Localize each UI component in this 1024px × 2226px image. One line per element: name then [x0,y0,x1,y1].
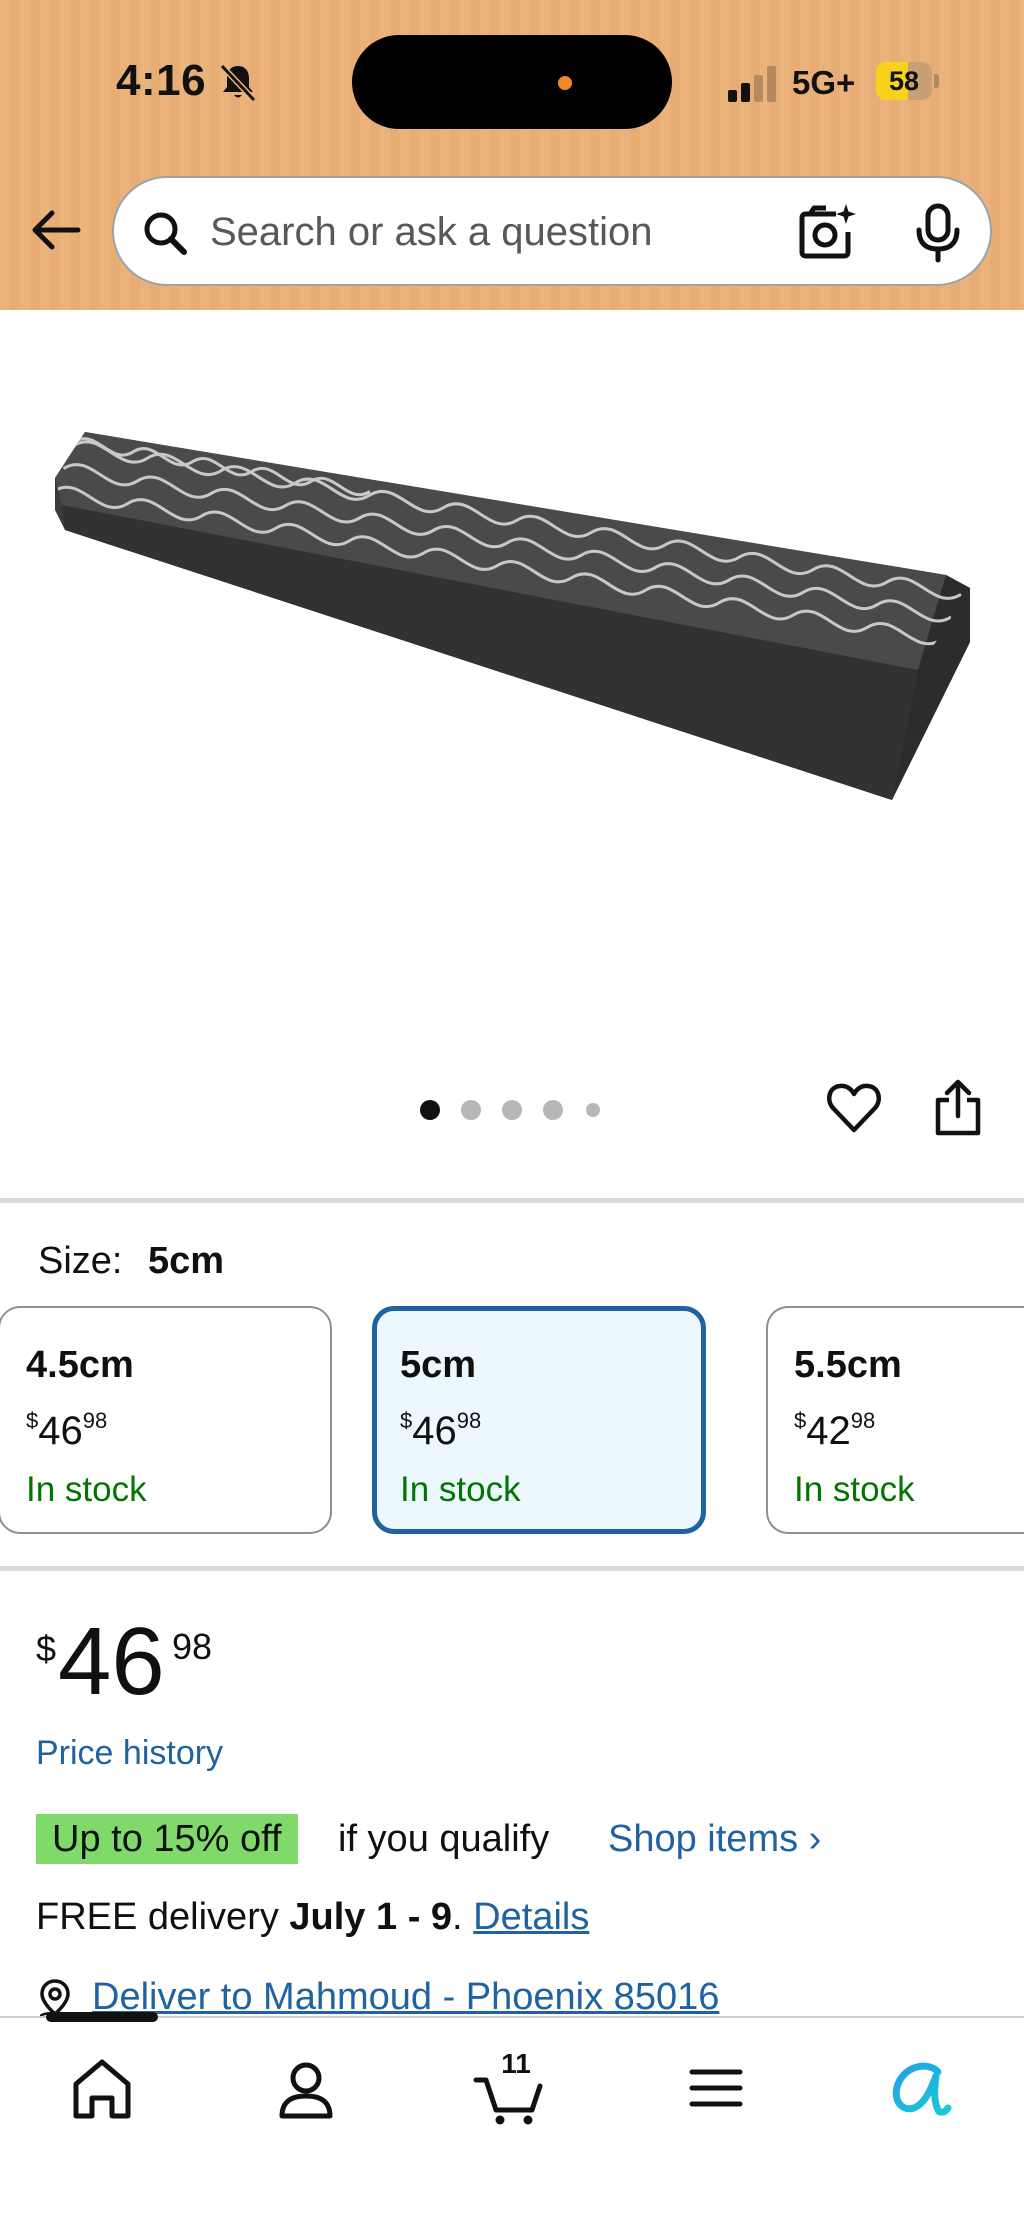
image-pagination-dots[interactable] [420,1100,610,1120]
bell-muted-icon [219,63,257,103]
status-bar: 4:16 5G+ 58 [0,0,1024,160]
delivery-details-link[interactable]: Details [473,1896,589,1938]
search-input[interactable] [210,202,790,262]
account-icon[interactable] [266,2048,346,2128]
cart-icon [473,2077,543,2125]
battery-level: 58 [888,66,920,96]
size-option-5-5cm[interactable]: 5.5cm $4298 In stock [766,1306,1024,1534]
header: 4:16 5G+ 58 [0,0,1024,310]
size-option-price: $4698 [400,1408,482,1453]
search-bar[interactable] [112,176,992,286]
bottom-navigation: 11 [0,2012,1024,2226]
size-option-stock: In stock [26,1470,147,1509]
size-option-stock: In stock [794,1470,915,1509]
back-arrow-icon[interactable] [26,200,86,260]
promo-text: if you qualify [338,1818,550,1860]
size-option-4-5cm[interactable]: 4.5cm $4698 In stock [0,1306,332,1534]
delivery-dates: July 1 - 9 [289,1896,453,1938]
pagination-dot[interactable] [543,1100,563,1120]
home-icon[interactable] [62,2048,142,2128]
camera-indicator-dot [558,76,572,90]
discount-badge: Up to 15% off [36,1814,298,1864]
battery-icon: 58 [876,62,939,100]
status-time: 4:16 [116,56,207,105]
delivery-separator: . [452,1896,474,1938]
dynamic-island [352,35,672,129]
size-option-stock: In stock [400,1470,521,1509]
network-type: 5G+ [792,64,856,101]
size-option-name: 5cm [400,1344,477,1386]
price-whole: 46 [58,1608,165,1715]
share-icon[interactable] [932,1078,984,1138]
active-tab-indicator [46,2012,158,2022]
pagination-dot[interactable] [461,1100,481,1120]
pagination-dot[interactable] [420,1100,440,1120]
size-option-5cm[interactable]: 5cm $4698 In stock [372,1306,706,1534]
size-label: Size: [38,1240,123,1282]
size-selected-value: 5cm [148,1240,225,1282]
price-fraction: 98 [172,1626,213,1667]
cart-button[interactable]: 11 [470,2048,550,2128]
section-divider [0,1198,1024,1203]
pagination-dot[interactable] [502,1100,522,1120]
shop-items-link[interactable]: Shop items › [608,1814,821,1864]
heart-icon[interactable] [826,1080,882,1136]
delivery-prefix: FREE delivery [36,1896,290,1938]
price-currency: $ [36,1628,57,1669]
camera-search-icon[interactable] [796,202,858,264]
size-option-price: $4298 [794,1408,876,1453]
product-image[interactable] [40,410,980,810]
size-option-name: 5.5cm [794,1344,902,1386]
size-option-price: $4698 [26,1408,108,1453]
search-icon [144,212,187,255]
delivery-info: FREE delivery July 1 - 9. Details [36,1892,589,1942]
signal-icon [728,66,776,102]
price-history-link[interactable]: Price history [36,1734,223,1773]
menu-icon[interactable] [676,2048,756,2128]
pagination-dot[interactable] [586,1103,600,1117]
rufus-ai-icon[interactable] [880,2048,960,2128]
size-option-name: 4.5cm [26,1344,134,1386]
microphone-icon[interactable] [910,202,966,264]
section-divider [0,1566,1024,1571]
deliver-to-link[interactable]: Deliver to Mahmoud - Phoenix 85016 [92,1972,719,2022]
